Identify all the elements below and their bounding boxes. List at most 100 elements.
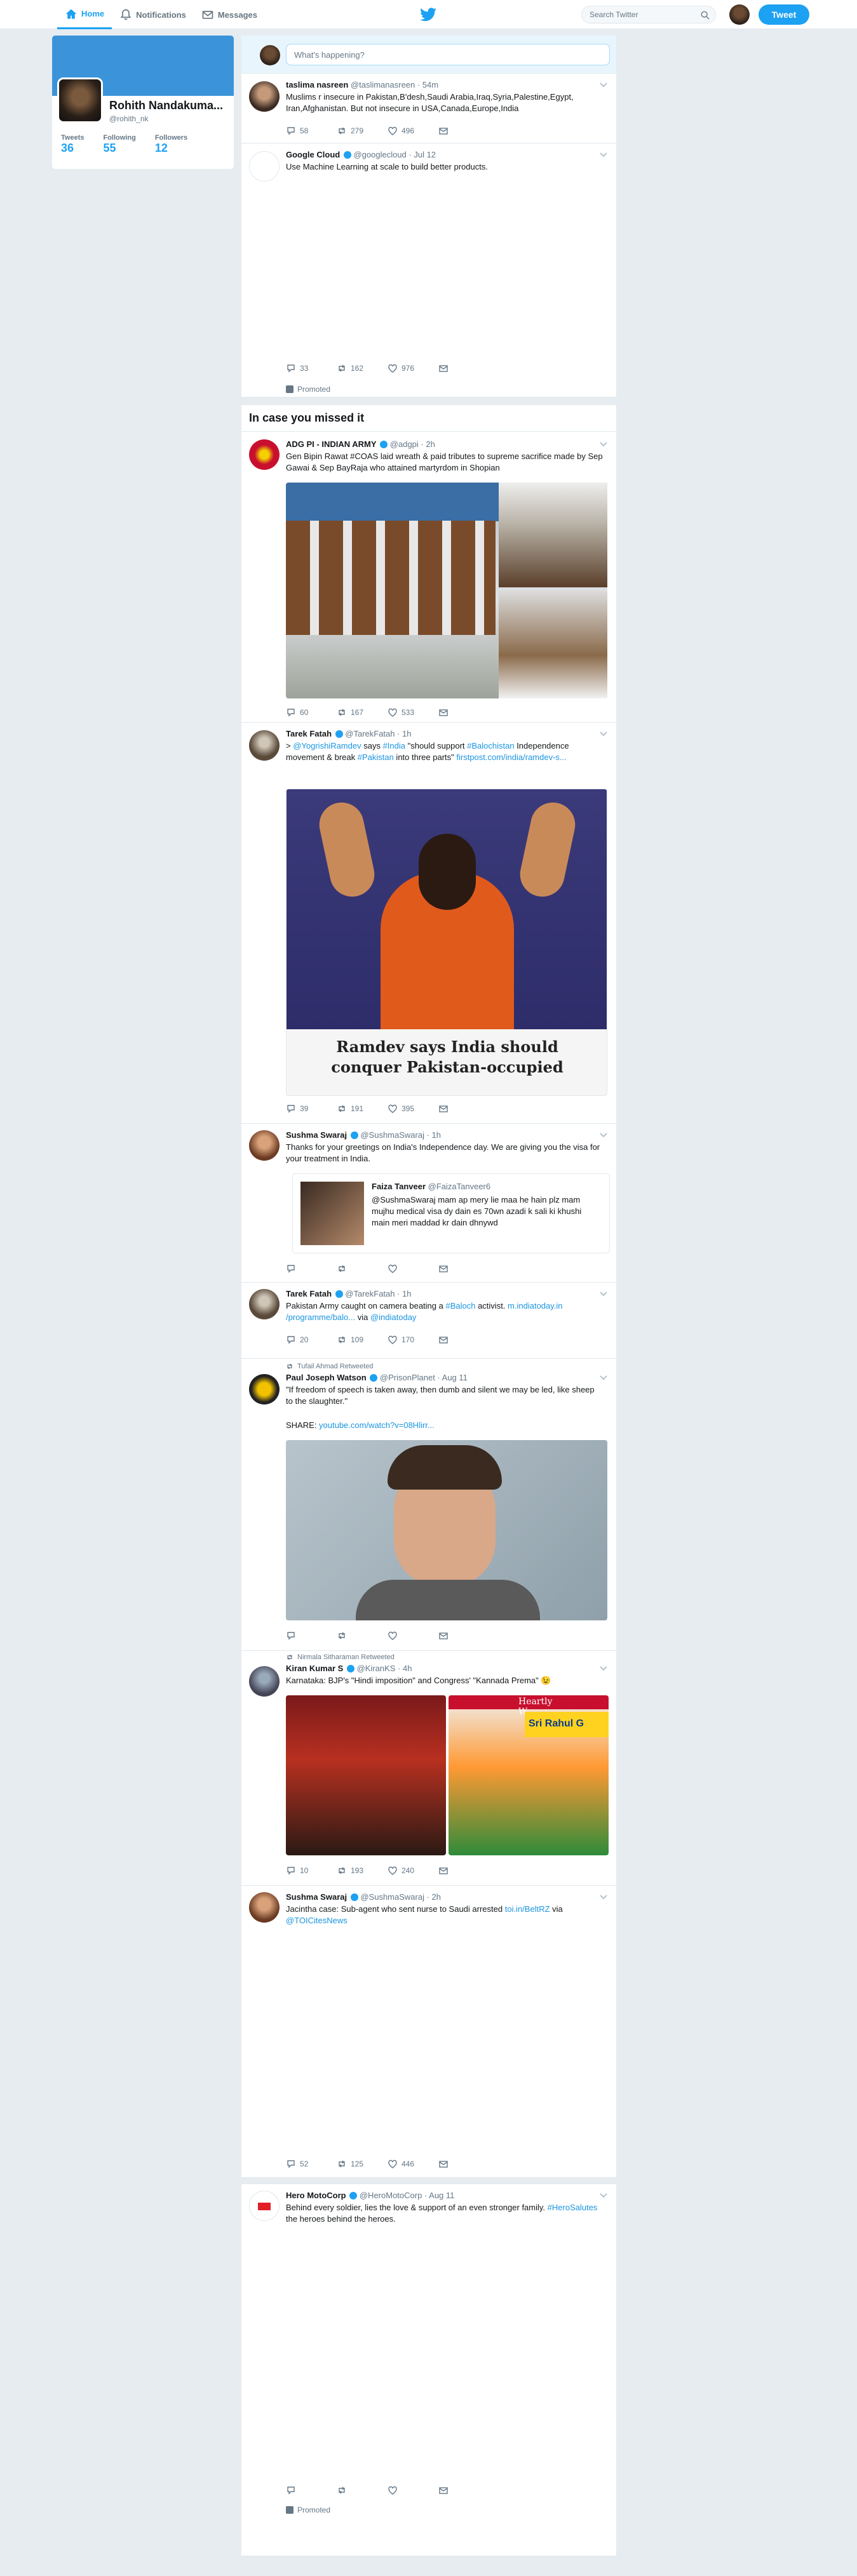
hashtag-link[interactable]: #India — [383, 741, 405, 751]
like-button[interactable]: 395 — [388, 1104, 438, 1114]
tweet-author-handle[interactable]: @taslimanasreen · 54m — [351, 80, 438, 90]
like-button[interactable] — [388, 1631, 438, 1641]
reply-button[interactable]: 10 — [286, 1865, 337, 1876]
chevron-down-icon[interactable] — [600, 2193, 607, 2198]
tweet-avatar[interactable] — [249, 81, 280, 112]
retweet-button[interactable] — [337, 1264, 388, 1274]
tweet-author-name[interactable]: taslima nasreen — [286, 80, 348, 90]
hashtag-link[interactable]: #Baloch — [445, 1301, 475, 1311]
tweet-avatar[interactable] — [249, 1892, 280, 1923]
stat-tweets[interactable]: Tweets 36 — [61, 134, 84, 155]
tweet-author-name[interactable]: Tarek Fatah — [286, 1289, 332, 1298]
url-link[interactable]: firstpost.com/india/ramdev-s... — [456, 752, 566, 762]
chevron-down-icon[interactable] — [600, 1291, 607, 1297]
message-button[interactable] — [438, 363, 489, 373]
profile-avatar[interactable] — [57, 77, 103, 123]
tweet[interactable]: ADG PI - INDIAN ARMY @adgpi · 2h Gen Bip… — [241, 433, 616, 723]
reply-button[interactable]: 20 — [286, 1335, 337, 1345]
like-button[interactable]: 496 — [388, 126, 438, 136]
message-button[interactable] — [438, 126, 489, 136]
tweet-author-handle[interactable]: @adgpi · 2h — [390, 439, 435, 449]
video-thumbnail[interactable] — [286, 1440, 607, 1620]
retweet-button[interactable]: 193 — [337, 1865, 388, 1876]
like-button[interactable]: 533 — [388, 707, 438, 717]
message-button[interactable] — [438, 1104, 489, 1114]
tweet-author-handle[interactable]: @HeroMotoCorp · Aug 11 — [360, 2191, 455, 2200]
message-button[interactable] — [438, 1264, 489, 1274]
retweet-button[interactable] — [337, 2485, 388, 2495]
hashtag-link[interactable]: #Balochistan — [467, 741, 514, 751]
message-button[interactable] — [438, 1335, 489, 1345]
mention-link[interactable]: @indiatoday — [370, 1312, 416, 1322]
tweet-author-name[interactable]: Hero MotoCorp — [286, 2191, 346, 2200]
hashtag-link[interactable]: #Pakistan — [358, 752, 394, 762]
chevron-down-icon[interactable] — [600, 1895, 607, 1900]
reply-button[interactable] — [286, 1264, 337, 1274]
tweet-author-handle[interactable]: @TarekFatah · 1h — [345, 729, 411, 738]
tweet-author-name[interactable]: Google Cloud — [286, 150, 340, 159]
retweeted-by-text[interactable]: Nirmala Sitharaman Retweeted — [297, 1653, 395, 1661]
chevron-down-icon[interactable] — [600, 1666, 607, 1671]
message-button[interactable] — [438, 707, 489, 717]
promoted-tweet[interactable]: Google Cloud @googlecloud · Jul 12 Use M… — [241, 143, 616, 397]
quoted-tweet[interactable]: Faiza Tanveer @FaizaTanveer6 @SushmaSwar… — [292, 1173, 610, 1253]
tweet-author-name[interactable]: Sushma Swaraj — [286, 1130, 347, 1140]
tweet-author-name[interactable]: Kiran Kumar S — [286, 1664, 343, 1673]
reply-button[interactable] — [286, 1631, 337, 1641]
search-icon[interactable] — [701, 11, 710, 20]
tweet[interactable]: taslima nasreen @taslimanasreen · 54m Mu… — [241, 74, 616, 143]
chevron-down-icon[interactable] — [600, 1133, 607, 1138]
search-input[interactable]: Search Twitter — [581, 6, 716, 23]
mention-link[interactable]: @YogrishiRamdev — [293, 741, 361, 751]
retweet-button[interactable] — [337, 1631, 388, 1641]
reply-button[interactable]: 58 — [286, 126, 337, 136]
tweet-photo-left[interactable] — [286, 1695, 446, 1855]
like-button[interactable] — [388, 2485, 438, 2495]
chevron-down-icon[interactable] — [600, 442, 607, 447]
reply-button[interactable]: 39 — [286, 1104, 337, 1114]
tweet-avatar[interactable] — [249, 1130, 280, 1161]
quoted-author-handle[interactable]: @FaizaTanveer6 — [428, 1182, 490, 1191]
mention-link[interactable]: @TOICitesNews — [286, 1916, 348, 1925]
retweeted-by-text[interactable]: Tufail Ahmad Retweeted — [297, 1363, 373, 1370]
chevron-down-icon[interactable] — [600, 152, 607, 157]
tweet-photo[interactable] — [286, 483, 607, 698]
chevron-down-icon[interactable] — [600, 731, 607, 737]
profile-handle[interactable]: @rohith_nk — [109, 114, 149, 123]
tweet[interactable]: Nirmala Sitharaman Retweeted Kiran Kumar… — [241, 1651, 616, 1886]
tweet-avatar[interactable] — [249, 1289, 280, 1319]
tweet-avatar[interactable] — [249, 2191, 280, 2221]
tweet-avatar[interactable] — [249, 1374, 280, 1405]
reply-button[interactable]: 60 — [286, 707, 337, 717]
reply-button[interactable] — [286, 2485, 337, 2495]
retweet-button[interactable]: 125 — [337, 2159, 388, 2169]
like-button[interactable]: 976 — [388, 363, 438, 373]
promoted-tweet[interactable]: Hero MotoCorp @HeroMotoCorp · Aug 11 Beh… — [241, 2184, 616, 2556]
tweet-photo-right[interactable]: Heartly W Sri Rahul G — [449, 1695, 609, 1855]
nav-messages[interactable]: Messages — [194, 0, 265, 29]
tweet-author-name[interactable]: Paul Joseph Watson — [286, 1373, 367, 1382]
like-button[interactable]: 170 — [388, 1335, 438, 1345]
nav-notifications[interactable]: Notifications — [112, 0, 194, 29]
reply-button[interactable]: 33 — [286, 363, 337, 373]
tweet-button[interactable]: Tweet — [759, 4, 809, 25]
tweet-author-name[interactable]: Tarek Fatah — [286, 729, 332, 738]
tweet-avatar[interactable] — [249, 151, 280, 182]
message-button[interactable] — [438, 2159, 489, 2169]
tweet-avatar[interactable] — [249, 439, 280, 470]
retweet-button[interactable]: 167 — [337, 707, 388, 717]
tweet-author-handle[interactable]: @SushmaSwaraj · 2h — [360, 1892, 441, 1902]
tweet[interactable]: Sushma Swaraj @SushmaSwaraj · 1h Thanks … — [241, 1124, 616, 1283]
tweet[interactable]: Tufail Ahmad Retweeted Paul Joseph Watso… — [241, 1359, 616, 1651]
chevron-down-icon[interactable] — [600, 83, 607, 88]
tweet-author-handle[interactable]: @googlecloud · Jul 12 — [353, 150, 436, 159]
composer-input[interactable]: What's happening? — [286, 44, 610, 65]
message-button[interactable] — [438, 1865, 489, 1876]
link-card[interactable]: Ramdev says India should conquer Pakista… — [286, 789, 607, 1096]
quoted-tweet-image[interactable] — [300, 1182, 364, 1245]
message-button[interactable] — [438, 1631, 489, 1641]
tweet-author-handle[interactable]: @SushmaSwaraj · 1h — [360, 1130, 441, 1140]
profile-name[interactable]: Rohith Nandakuma... — [109, 99, 230, 112]
tweet-author-name[interactable]: Sushma Swaraj — [286, 1892, 347, 1902]
tweet-avatar[interactable] — [249, 1666, 280, 1697]
